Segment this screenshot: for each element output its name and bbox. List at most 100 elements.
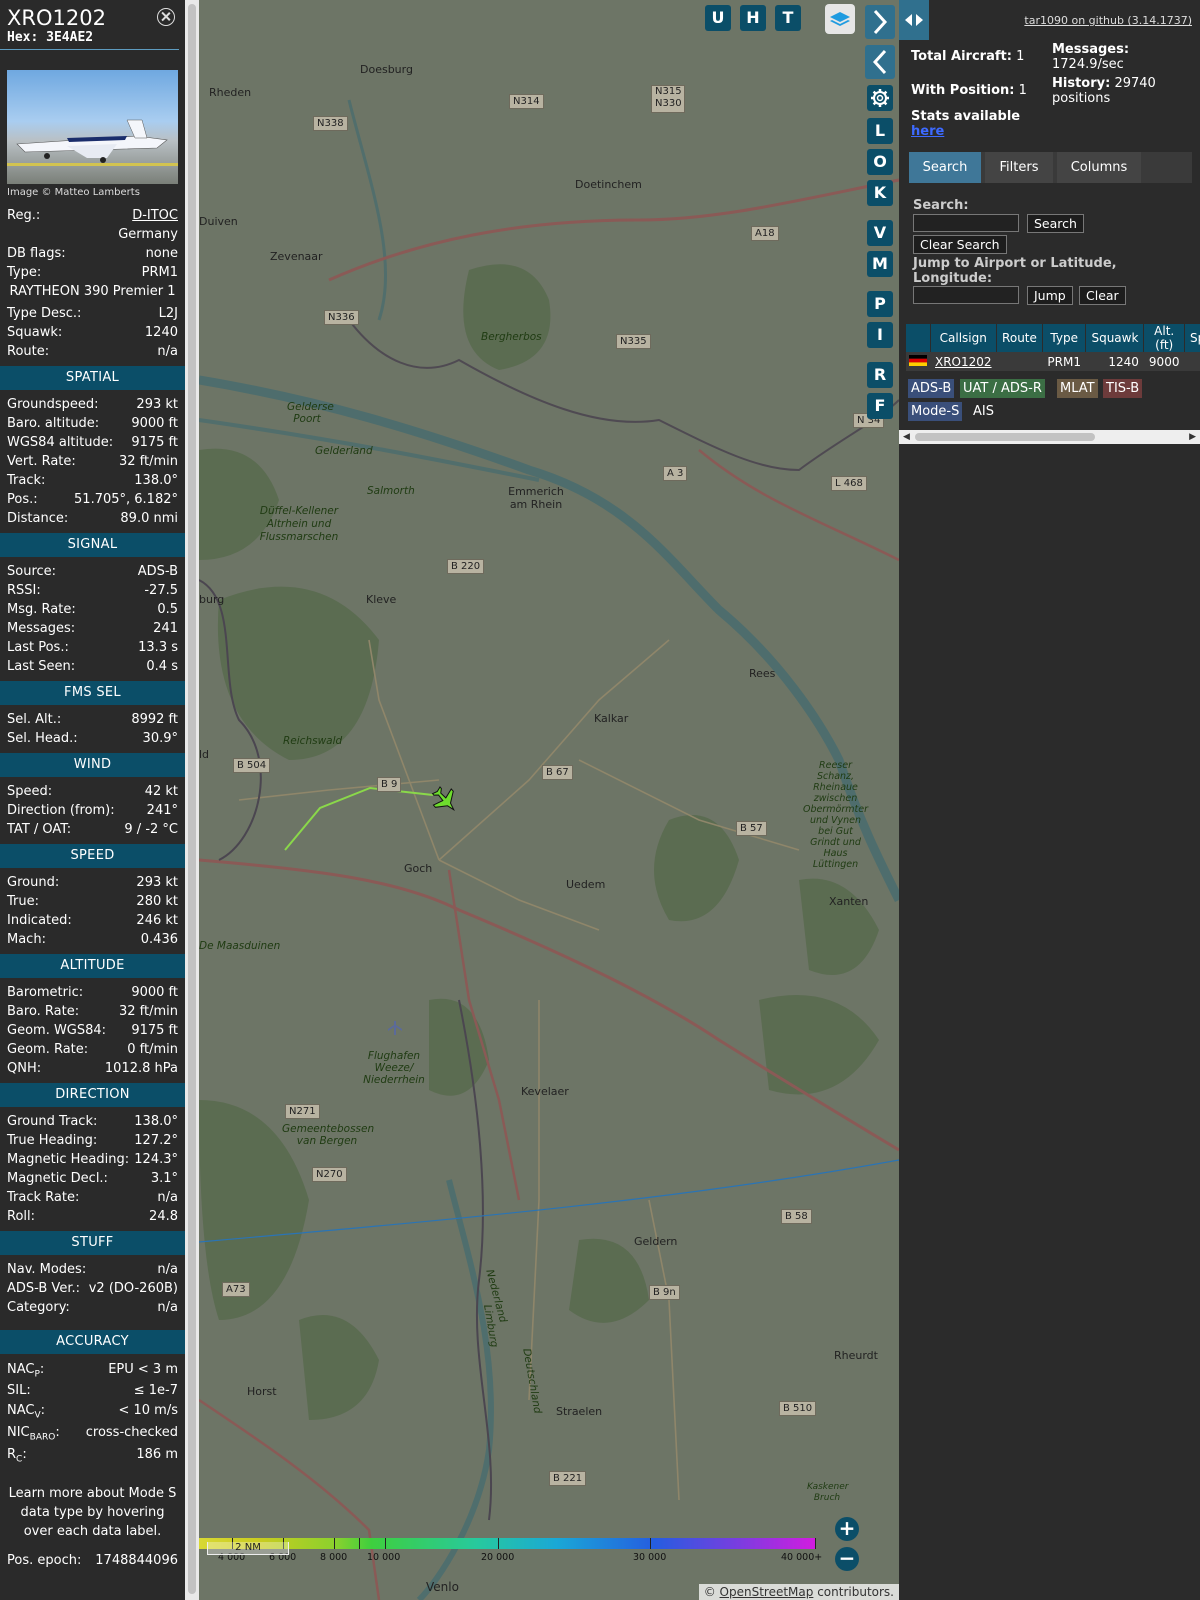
col-speed[interactable]: Sp [1184,324,1200,352]
road-shield: L 468 [831,476,867,491]
collapse-sidebar-icon[interactable] [865,45,895,79]
toggle-panel-arrows-icon[interactable] [899,0,929,40]
reg-link[interactable]: D-ITOC [132,206,178,225]
info-row: Msg. Rate: 0.5 [0,600,185,619]
learn-more-text: Learn more about Mode S data type by hov… [8,1486,177,1539]
zoom-in-icon[interactable]: + [835,1517,859,1541]
aircraft-icon[interactable] [427,782,462,817]
settings-gear-icon[interactable] [867,85,893,111]
col-route[interactable]: Route [996,324,1043,352]
table-scrollbar[interactable]: ◀ ▶ [899,430,1200,444]
road-shield: B 58 [781,1209,812,1224]
place-label: ld [199,748,210,761]
tab-search[interactable]: Search [909,152,981,183]
nacp-value: EPU < 3 m [108,1362,178,1377]
stats-link[interactable]: here [911,124,944,139]
place-label: Doetinchem [575,178,642,191]
row-callsign[interactable]: XRO1202 [930,352,997,371]
info-row: Ground: 293 kt [0,873,185,892]
nacp-row: NACP: EPU < 3 m [0,1359,185,1381]
typedesc-value: L2J [158,306,178,321]
clear-search-button[interactable]: Clear Search [913,235,1007,254]
info-row-value: n/a [157,1262,178,1277]
info-row-value: 0 ft/min [127,1042,178,1057]
place-label: Flughafen Weeze/ Niederrhein [363,1050,425,1086]
place-label: Gelderse Poort [287,401,334,425]
sil-label: SIL: [7,1383,31,1398]
info-row: Track: 138.0° [0,471,185,490]
info-row-value: 89.0 nmi [120,511,178,526]
jump-input[interactable] [913,286,1019,304]
aircraft-info-panel: XRO1202 Hex: 3E4AE2 Image © Matteo Lambe… [0,0,185,1600]
place-label: Bergherbos [481,331,542,343]
legend-tick-label: 10 000 [367,1552,401,1563]
info-row-value: 24.8 [149,1209,178,1224]
info-row-label: Baro. altitude: [7,416,100,431]
info-row-value: 280 kt [136,894,178,909]
map-button-v[interactable]: V [867,220,893,246]
type-value: PRM1 [141,265,178,280]
info-panel-scrollbar[interactable] [185,0,199,1600]
map-button-h[interactable]: H [740,5,766,31]
section-header-direction: DIRECTION [0,1083,185,1107]
info-row-value: 9175 ft [131,1023,178,1038]
tab-columns[interactable]: Columns [1057,152,1141,183]
search-button[interactable]: Search [1027,214,1084,233]
info-row-value: 13.3 s [138,640,178,655]
osm-link[interactable]: OpenStreetMap [720,1585,814,1599]
map-button-r[interactable]: R [867,362,893,388]
badge-modes: Mode-S [908,402,963,421]
info-row: Baro. Rate: 32 ft/min [0,1002,185,1021]
table-scrollbar-thumb[interactable] [915,433,1095,441]
map-button-k[interactable]: K [867,180,893,206]
place-label: Doesburg [360,63,413,76]
zoom-out-icon[interactable]: − [835,1547,859,1571]
layers-icon[interactable] [825,4,855,34]
map-button-u[interactable]: U [705,5,731,31]
search-input[interactable] [913,214,1019,232]
aircraft-photo[interactable] [7,70,178,184]
col-callsign[interactable]: Callsign [930,324,998,352]
route-label: Route: [7,344,50,359]
road-shield: B 220 [447,559,485,574]
map-button-m[interactable]: M [867,251,893,277]
info-row-value: 3.1° [150,1171,178,1186]
info-row-value: 9000 ft [131,985,178,1000]
github-link[interactable]: tar1090 on github (3.14.1737) [1024,14,1192,27]
dbflags-value: none [145,246,178,261]
map-button-f[interactable]: F [867,393,893,419]
clear-jump-button[interactable]: Clear [1079,286,1126,305]
info-row-label: RSSI: [7,583,41,598]
tab-filters[interactable]: Filters [985,152,1053,183]
map[interactable]: Doesburg Rheden Duiven Zevenaar Doetinch… [199,0,899,1600]
info-row: Mach: 0.436 [0,930,185,949]
info-panel-scrollbar-thumb[interactable] [188,4,196,1594]
info-row: Sel. Head.: 30.9° [0,729,185,748]
map-button-i[interactable]: I [867,322,893,348]
info-row: TAT / OAT: 9 / -2 °C [0,820,185,839]
jump-button[interactable]: Jump [1027,286,1073,305]
col-flag[interactable] [906,324,931,352]
info-row: ADS-B Ver.: v2 (DO-260B) [0,1279,185,1298]
section-header-signal: SIGNAL [0,533,185,557]
info-row-value: 32 ft/min [118,454,178,469]
col-altitude[interactable]: Alt. (ft) [1143,324,1185,352]
close-icon[interactable] [157,8,175,26]
info-row: Ground Track: 138.0° [0,1112,185,1131]
col-squawk[interactable]: Squawk [1085,324,1145,352]
info-row: Speed: 42 kt [0,782,185,801]
map-button-o[interactable]: O [867,149,893,175]
info-row-label: Roll: [7,1209,36,1224]
legend-tick-label: 20 000 [481,1552,515,1563]
info-row: True: 280 kt [0,892,185,911]
search-label: Search: [913,198,969,213]
map-button-t[interactable]: T [775,5,801,31]
map-button-l[interactable]: L [867,118,893,144]
info-row-label: Sel. Alt.: [7,712,62,727]
table-row[interactable]: XRO1202 PRM1 1240 9000 [906,352,1200,371]
map-button-p[interactable]: P [867,291,893,317]
aircraft-table: Callsign Route Type Squawk Alt. (ft) Sp … [906,324,1200,371]
col-type[interactable]: Type [1042,324,1087,352]
expand-sidebar-icon[interactable] [865,5,895,39]
place-label: De Maasduinen [199,940,281,952]
